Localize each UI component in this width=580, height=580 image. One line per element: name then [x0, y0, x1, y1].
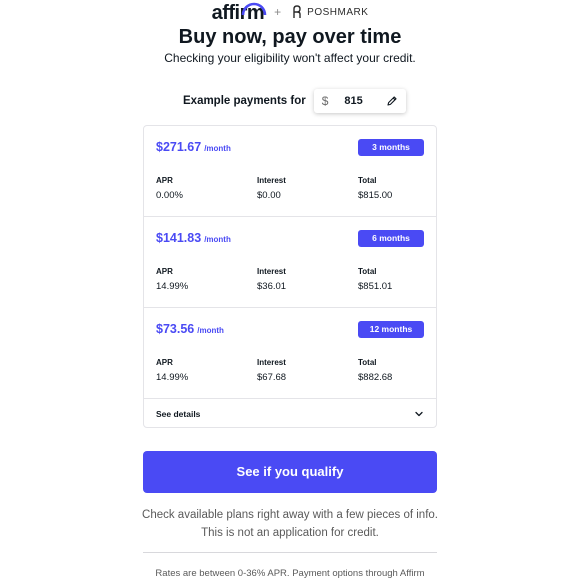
payment-plans-card: $271.67/month 3 months APR 0.00% Interes… — [143, 125, 437, 428]
page-title: Buy now, pay over time — [178, 26, 402, 48]
total-label: Total — [358, 267, 377, 276]
amount-input[interactable]: $ 815 — [313, 89, 406, 113]
page-subtitle: Checking your eligibility won't affect y… — [164, 51, 416, 65]
currency-symbol: $ — [321, 94, 329, 108]
example-payments-label: Example payments for — [183, 95, 306, 107]
plan-option[interactable]: $141.83/month 6 months APR 14.99% Intere… — [144, 217, 436, 308]
apr-label: APR — [156, 358, 173, 367]
note-line-1: Check available plans right away with a … — [142, 509, 438, 521]
interest-label: Interest — [257, 358, 286, 367]
apr-label: APR — [156, 176, 173, 185]
interest-column: Interest $36.01 — [257, 267, 286, 292]
interest-value: $0.00 — [257, 190, 281, 201]
chevron-down-icon[interactable] — [414, 409, 424, 419]
rates-disclosure: Rates are between 0-36% APR. Payment opt… — [155, 568, 425, 579]
plan-term-badge: 3 months — [358, 139, 424, 156]
apr-column: APR 0.00% — [156, 176, 183, 201]
see-details-label: See details — [156, 408, 201, 419]
poshmark-icon — [293, 5, 301, 18]
interest-value: $67.68 — [257, 372, 287, 383]
divider — [143, 552, 437, 553]
plan-monthly-amount: $141.83/month — [156, 231, 231, 245]
total-value: $882.68 — [358, 372, 393, 383]
plan-monthly-amount: $73.56/month — [156, 322, 224, 336]
header-logos: affirm + POSHMARK — [0, 0, 580, 24]
total-value: $851.01 — [358, 281, 393, 292]
per-month-label: /month — [204, 144, 231, 153]
plan-term-badge: 6 months — [358, 230, 424, 247]
interest-label: Interest — [257, 267, 286, 276]
total-label: Total — [358, 176, 377, 185]
per-month-label: /month — [204, 235, 231, 244]
apr-value: 0.00% — [156, 190, 183, 201]
pencil-icon[interactable] — [386, 95, 398, 107]
per-month-label: /month — [197, 326, 224, 335]
affirm-logo: affirm — [212, 2, 267, 23]
affirm-arc-icon — [241, 2, 267, 16]
apr-column: APR 14.99% — [156, 267, 188, 292]
total-value: $815.00 — [358, 190, 393, 201]
total-column: Total $882.68 — [358, 358, 392, 383]
poshmark-logo: POSHMARK — [291, 5, 368, 19]
note-line-2: This is not an application for credit. — [201, 527, 379, 539]
affirm-checkout-page: affirm + POSHMARK Buy now, pay over time… — [0, 0, 580, 580]
see-details-toggle[interactable]: See details — [144, 399, 436, 428]
interest-column: Interest $67.68 — [257, 358, 286, 383]
apr-value: 14.99% — [156, 281, 189, 292]
apr-label: APR — [156, 267, 173, 276]
eligibility-note: Check available plans right away with a … — [0, 506, 580, 542]
plus-separator: + — [274, 5, 282, 19]
partner-name: POSHMARK — [307, 6, 369, 18]
apr-column: APR 14.99% — [156, 358, 188, 383]
plan-monthly-amount: $271.67/month — [156, 140, 231, 154]
total-label: Total — [358, 358, 377, 367]
total-column: Total $851.01 — [358, 267, 392, 292]
interest-value: $36.01 — [257, 281, 287, 292]
monthly-value: $73.56 — [156, 322, 195, 336]
see-if-you-qualify-button[interactable]: See if you qualify — [143, 451, 437, 493]
apr-value: 14.99% — [156, 372, 189, 383]
total-column: Total $815.00 — [358, 176, 392, 201]
amount-value: 815 — [344, 95, 363, 107]
plan-term-badge: 12 months — [358, 321, 424, 338]
plan-option[interactable]: $271.67/month 3 months APR 0.00% Interes… — [144, 126, 436, 217]
example-payments-row: Example payments for $ 815 — [183, 89, 406, 113]
interest-label: Interest — [257, 176, 286, 185]
plan-option[interactable]: $73.56/month 12 months APR 14.99% Intere… — [144, 308, 436, 399]
monthly-value: $271.67 — [156, 140, 202, 154]
monthly-value: $141.83 — [156, 231, 202, 245]
interest-column: Interest $0.00 — [257, 176, 286, 201]
